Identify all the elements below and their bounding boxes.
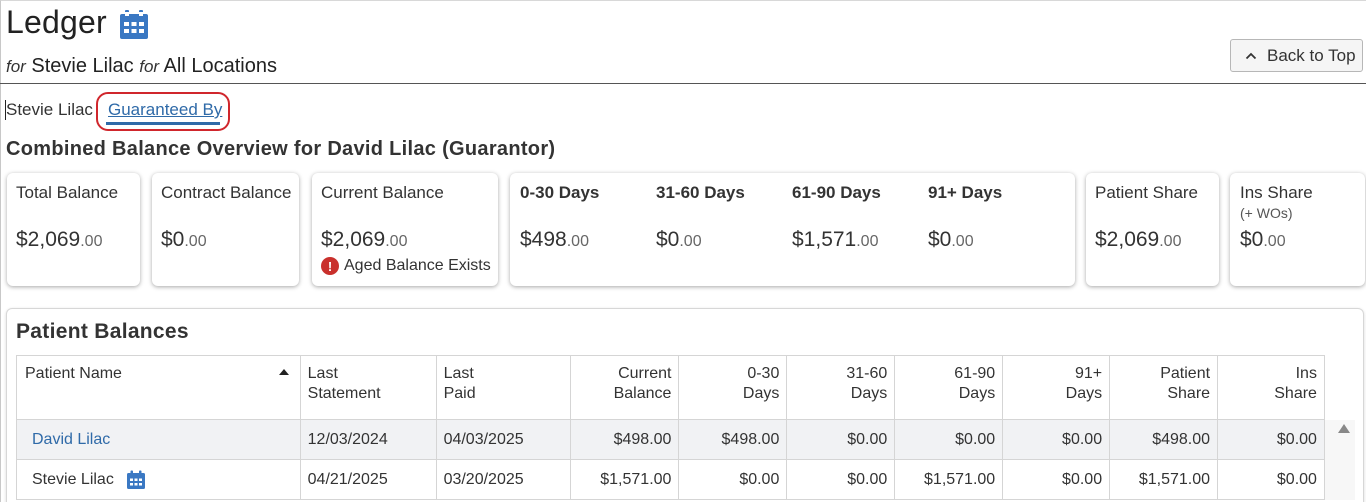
cell-current-balance: $498.00 xyxy=(570,419,680,460)
col-31-60-days[interactable]: 31-60 Days xyxy=(786,355,896,420)
aging-amount-31-60: $0.00 xyxy=(656,228,702,251)
patient-balances-title: Patient Balances xyxy=(16,320,189,343)
table-header-row: Patient Name Last Statement Last Paid Curr… xyxy=(16,355,1355,420)
contract-balance-card: Contract Balance $0.00 xyxy=(152,173,299,286)
calendar-icon[interactable] xyxy=(118,9,150,41)
patient-link[interactable]: David Lilac xyxy=(24,431,110,448)
patient-share-card: Patient Share $2,069.00 xyxy=(1086,173,1219,286)
chevron-up-icon xyxy=(1245,52,1257,59)
back-to-top-label: Back to Top xyxy=(1267,45,1356,65)
card-label: Current Balance xyxy=(321,183,444,202)
col-0-30-days[interactable]: 0-30 Days xyxy=(678,355,788,420)
aging-label-91-plus: 91+ Days xyxy=(928,183,1003,202)
total-balance-card: Total Balance $2,069.00 xyxy=(7,173,140,286)
back-to-top-button[interactable]: Back to Top xyxy=(1230,39,1363,72)
cell-patient-name[interactable]: David Lilac xyxy=(16,419,301,460)
card-label: Contract Balance xyxy=(161,183,292,202)
cell-ins-share: $0.00 xyxy=(1217,459,1325,500)
patient-balances-table: Patient Name Last Statement Last Paid Curr… xyxy=(16,355,1355,500)
aged-balance-text: Aged Balance Exists xyxy=(344,257,491,274)
col-last-statement[interactable]: Last Statement xyxy=(299,355,437,420)
current-balance-card: Current Balance $2,069.00 ! Aged Balance… xyxy=(312,173,498,286)
scroll-up-arrow[interactable] xyxy=(1338,424,1350,433)
cell-91-plus: $0.00 xyxy=(1002,419,1111,460)
exclamation-circle-icon: ! xyxy=(321,257,339,275)
page-subtitle: for Stevie Lilac for All Locations xyxy=(6,55,277,77)
aging-amount-0-30: $498.00 xyxy=(520,228,589,251)
highlight-annotation xyxy=(96,92,230,131)
col-patient-share[interactable]: Patient Share xyxy=(1109,355,1219,420)
aging-label-61-90: 61-90 Days xyxy=(792,183,881,202)
subtitle-patient: Stevie Lilac xyxy=(31,55,134,77)
col-ins-share[interactable]: Ins Share xyxy=(1217,355,1325,420)
card-label: Total Balance xyxy=(16,183,119,202)
cell-61-90: $1,571.00 xyxy=(894,459,1004,500)
cell-last-paid: 04/03/2025 xyxy=(435,419,572,460)
table-row[interactable]: Stevie Lilac 04/21/2025 03/20/2025 $1,57… xyxy=(16,459,1355,500)
cell-patient-name: Stevie Lilac xyxy=(16,459,301,500)
cell-0-30: $0.00 xyxy=(678,459,788,500)
aging-amount-61-90: $1,571.00 xyxy=(792,228,879,251)
cell-91-plus: $0.00 xyxy=(1002,459,1111,500)
card-label: Patient Share xyxy=(1095,183,1199,202)
col-patient-name[interactable]: Patient Name xyxy=(16,355,301,420)
cell-patient-share: $498.00 xyxy=(1109,419,1219,460)
calendar-icon[interactable] xyxy=(126,470,146,490)
aging-label-31-60: 31-60 Days xyxy=(656,183,745,202)
table-row[interactable]: David Lilac 12/03/2024 04/03/2025 $498.0… xyxy=(16,419,1355,460)
card-amount: $0.00 xyxy=(161,228,207,251)
subtitle-location: All Locations xyxy=(163,55,277,77)
overview-title: Combined Balance Overview for David Lila… xyxy=(6,138,556,160)
aging-card: 0-30 Days $498.00 31-60 Days $0.00 61-90… xyxy=(510,173,1075,286)
aging-amount-91-plus: $0.00 xyxy=(928,228,974,251)
scroll-gutter xyxy=(1324,355,1355,420)
cell-last-paid: 03/20/2025 xyxy=(435,459,572,500)
cell-ins-share: $0.00 xyxy=(1217,419,1325,460)
card-sublabel: (+ WOs) xyxy=(1240,205,1293,221)
card-amount: $2,069.00 xyxy=(1095,228,1182,251)
ins-share-card: Ins Share (+ WOs) $0.00 xyxy=(1230,173,1365,286)
card-amount: $0.00 xyxy=(1240,228,1286,251)
tab-patient[interactable]: Stevie Lilac xyxy=(6,100,93,120)
sort-ascending-icon[interactable] xyxy=(278,369,289,375)
cell-61-90: $0.00 xyxy=(894,419,1004,460)
cell-0-30: $498.00 xyxy=(678,419,788,460)
cell-31-60: $0.00 xyxy=(786,419,896,460)
aged-balance-warning: ! Aged Balance Exists xyxy=(321,257,491,275)
cell-last-statement: 04/21/2025 xyxy=(299,459,437,500)
scroll-gutter xyxy=(1324,459,1355,500)
card-label: Ins Share xyxy=(1240,183,1313,202)
col-current-balance[interactable]: Current Balance xyxy=(570,355,680,420)
patient-name: Stevie Lilac xyxy=(32,470,114,488)
card-amount: $2,069.00 xyxy=(16,228,103,251)
card-amount: $2,069.00 xyxy=(321,228,408,251)
page-title: Ledger xyxy=(6,4,107,40)
cell-31-60: $0.00 xyxy=(786,459,896,500)
col-91-plus-days[interactable]: 91+ Days xyxy=(1002,355,1111,420)
cell-patient-share: $1,571.00 xyxy=(1109,459,1219,500)
header-divider xyxy=(0,83,1366,84)
col-last-paid[interactable]: Last Paid xyxy=(435,355,572,420)
cell-last-statement: 12/03/2024 xyxy=(299,419,437,460)
col-61-90-days[interactable]: 61-90 Days xyxy=(894,355,1004,420)
aging-label-0-30: 0-30 Days xyxy=(520,183,600,202)
cell-current-balance: $1,571.00 xyxy=(570,459,680,500)
